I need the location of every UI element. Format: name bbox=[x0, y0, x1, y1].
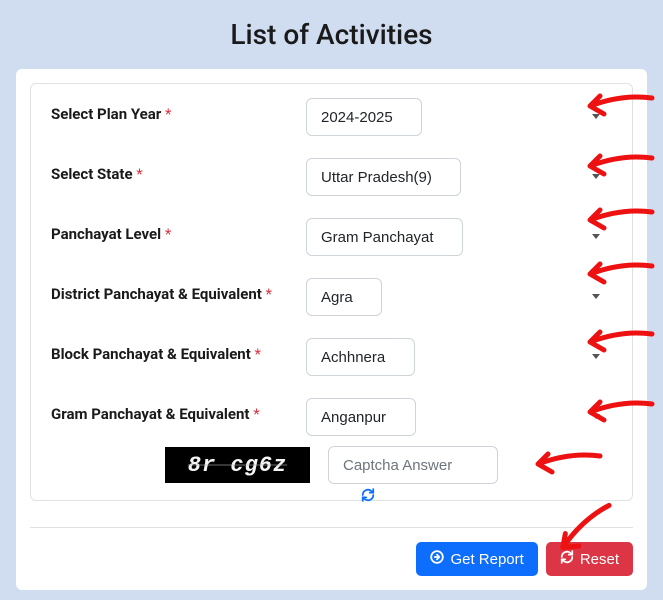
required-mark: * bbox=[266, 285, 272, 303]
label-block: Block Panchayat & Equivalent * bbox=[51, 338, 306, 364]
required-mark: * bbox=[253, 405, 259, 423]
row-plan-year: Select Plan Year * 2024-2025 bbox=[51, 98, 612, 136]
captcha-image: 8r cg6z bbox=[165, 447, 310, 483]
page-title: List of Activities bbox=[0, 0, 663, 69]
row-level: Panchayat Level * Gram Panchayat bbox=[51, 218, 612, 256]
refresh-icon bbox=[560, 550, 574, 568]
reset-button[interactable]: Reset bbox=[546, 542, 633, 576]
select-panchayat-level[interactable]: Gram Panchayat bbox=[306, 218, 463, 256]
select-state[interactable]: Uttar Pradesh(9) bbox=[306, 158, 461, 196]
label-level: Panchayat Level * bbox=[51, 218, 306, 244]
select-gram[interactable]: Anganpur bbox=[306, 398, 416, 436]
select-wrap: Anganpur bbox=[306, 398, 612, 436]
select-plan-year[interactable]: 2024-2025 bbox=[306, 98, 422, 136]
select-district[interactable]: Agra bbox=[306, 278, 382, 316]
required-mark: * bbox=[255, 345, 261, 363]
select-wrap: Gram Panchayat bbox=[306, 218, 612, 256]
row-block: Block Panchayat & Equivalent * Achhnera bbox=[51, 338, 612, 376]
refresh-captcha-icon[interactable] bbox=[361, 488, 375, 506]
row-state: Select State * Uttar Pradesh(9) bbox=[51, 158, 612, 196]
captcha-row: 8r cg6z bbox=[51, 446, 612, 484]
select-block[interactable]: Achhnera bbox=[306, 338, 415, 376]
label-district: District Panchayat & Equivalent * bbox=[51, 278, 306, 304]
select-wrap: Achhnera bbox=[306, 338, 612, 376]
get-report-button[interactable]: Get Report bbox=[416, 542, 537, 576]
label-gram: Gram Panchayat & Equivalent * bbox=[51, 398, 306, 424]
select-wrap: Agra bbox=[306, 278, 612, 316]
select-wrap: Uttar Pradesh(9) bbox=[306, 158, 612, 196]
form-panel: Select Plan Year * 2024-2025 Select Stat… bbox=[30, 83, 633, 501]
required-mark: * bbox=[136, 165, 142, 183]
row-district: District Panchayat & Equivalent * Agra bbox=[51, 278, 612, 316]
label-state: Select State * bbox=[51, 158, 306, 184]
required-mark: * bbox=[165, 105, 171, 123]
form-card: Select Plan Year * 2024-2025 Select Stat… bbox=[16, 69, 647, 590]
select-wrap: 2024-2025 bbox=[306, 98, 612, 136]
button-bar: Get Report Reset bbox=[30, 527, 633, 576]
label-plan-year: Select Plan Year * bbox=[51, 98, 306, 124]
row-gram: Gram Panchayat & Equivalent * Anganpur bbox=[51, 398, 612, 436]
captcha-input[interactable] bbox=[328, 446, 498, 484]
arrow-right-icon bbox=[430, 550, 444, 568]
required-mark: * bbox=[165, 225, 171, 243]
